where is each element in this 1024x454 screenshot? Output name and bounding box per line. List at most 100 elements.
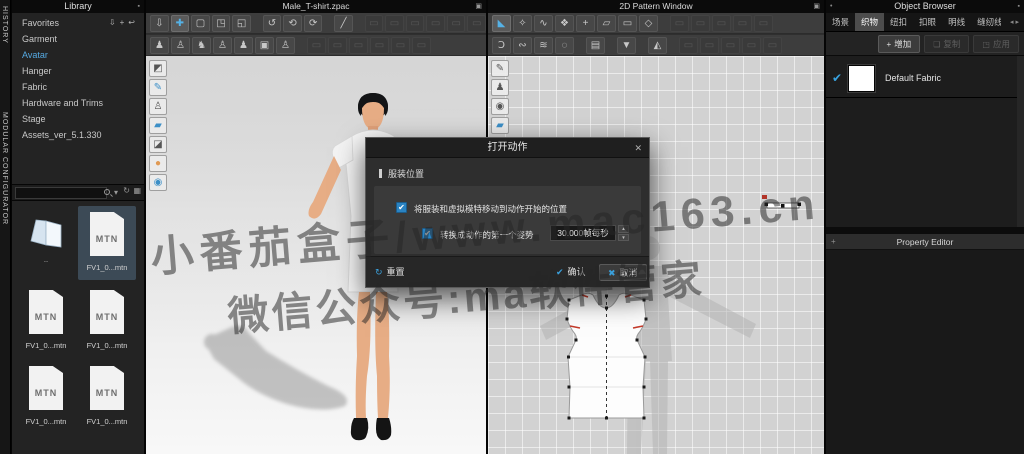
panel-pin-icon[interactable]: ▪ xyxy=(1018,0,1020,13)
view-mode-icon[interactable]: ▦ xyxy=(133,186,141,195)
reset-arrangement-tool[interactable]: ↺ xyxy=(262,14,282,32)
add-point-tool[interactable]: + xyxy=(576,14,595,32)
disabled-tool-5[interactable]: ▭ xyxy=(446,14,466,32)
sidebar-item-favorites[interactable]: Favorites ⇩+↩ xyxy=(12,15,144,31)
add-fabric-button[interactable]: + 增加 xyxy=(877,34,921,53)
disabled-pose-6[interactable]: ▭ xyxy=(412,36,431,54)
avatar-display-icon[interactable]: ♙ xyxy=(149,98,167,115)
disabled-sew-4[interactable]: ▭ xyxy=(742,36,761,54)
disabled-pose-1[interactable]: ▭ xyxy=(307,36,326,54)
free-sew-tool[interactable]: ∾ xyxy=(513,36,532,54)
fabric-list-item[interactable]: ✔ Default Fabric xyxy=(826,58,1016,98)
pick-move-avatar-tool[interactable]: ♙ xyxy=(171,36,190,54)
tab-scroll-icons[interactable]: ◂▸ xyxy=(1010,13,1024,31)
fps-input[interactable]: 30.000帧每秒 xyxy=(550,225,616,241)
drag-pattern-tool[interactable]: ◱ xyxy=(232,14,251,32)
dart-tool[interactable]: ◇ xyxy=(639,14,658,32)
reset-button[interactable]: ↻ 重置 xyxy=(375,264,405,281)
disabled-tool-3[interactable]: ▭ xyxy=(405,14,425,32)
disabled-pose-5[interactable]: ▭ xyxy=(391,36,410,54)
fabric-swatch[interactable] xyxy=(848,64,875,92)
disabled-2d-2[interactable]: ▭ xyxy=(691,14,710,32)
file-mtn-4[interactable]: MTN FV1_0...mtn xyxy=(17,360,75,434)
disabled-sew-3[interactable]: ▭ xyxy=(721,36,740,54)
tab-button[interactable]: 纽扣 xyxy=(884,13,913,31)
file-mtn-2[interactable]: MTN FV1_0...mtn xyxy=(17,284,75,358)
segment-sew-tool[interactable]: Ↄ xyxy=(492,36,511,54)
pose-edit-tool[interactable]: ♞ xyxy=(192,36,211,54)
disabled-sew-1[interactable]: ▭ xyxy=(679,36,698,54)
pose-y-tool[interactable]: ♟ xyxy=(234,36,253,54)
search-dropdown-icon[interactable]: ▾ xyxy=(114,188,118,197)
multi-sew-tool[interactable]: ≋ xyxy=(534,36,553,54)
rotate-right-tool[interactable]: ⟳ xyxy=(303,14,323,32)
pen-3d-tool[interactable]: ╱ xyxy=(334,14,353,32)
favorites-download-icon[interactable]: ⇩ xyxy=(109,18,120,27)
tab-fabric[interactable]: 织物 xyxy=(855,13,885,31)
disabled-2d-5[interactable]: ▭ xyxy=(754,14,773,32)
rect-pattern-tool[interactable]: ▭ xyxy=(618,14,637,32)
popout-window-icon[interactable]: ▣ xyxy=(813,2,820,11)
disabled-sew-5[interactable]: ▭ xyxy=(763,36,782,54)
cancel-button[interactable]: ✖ 取消 xyxy=(599,264,647,281)
disabled-sew-2[interactable]: ▭ xyxy=(700,36,719,54)
edit-pattern-tool[interactable]: ✧ xyxy=(513,14,532,32)
disabled-2d-3[interactable]: ▭ xyxy=(712,14,731,32)
pose-x-tool[interactable]: ♙ xyxy=(213,36,232,54)
garment-display-icon[interactable]: ◩ xyxy=(149,60,167,77)
show-garment-tool[interactable]: ▼ xyxy=(617,36,636,54)
confirm-button[interactable]: ✔ 确认 xyxy=(556,264,586,281)
expand-icon[interactable]: + xyxy=(831,234,836,250)
sidebar-item-assets[interactable]: Assets_ver_5.1.330 xyxy=(12,127,144,143)
disabled-2d-4[interactable]: ▭ xyxy=(733,14,752,32)
scrollbar-track[interactable] xyxy=(1017,56,1024,228)
paint-garment-icon[interactable]: ✎ xyxy=(149,79,167,96)
sync-pattern-tool[interactable]: ◭ xyxy=(648,36,667,54)
rect-select-tool[interactable]: ▢ xyxy=(191,14,210,32)
box-transform-tool[interactable]: ◳ xyxy=(211,14,231,32)
sidebar-item-garment[interactable]: Garment xyxy=(12,31,144,47)
favorites-add-icon[interactable]: + xyxy=(120,18,129,27)
sidebar-item-stage[interactable]: Stage xyxy=(12,111,144,127)
spinner-down-icon[interactable]: ▼ xyxy=(618,233,629,241)
panel-splitter[interactable] xyxy=(826,227,1024,234)
disabled-pose-3[interactable]: ▭ xyxy=(349,36,368,54)
tab-sewing-thread[interactable]: 缝纫线 xyxy=(971,13,1001,31)
file-mtn-1[interactable]: MTN FV1_0...mtn xyxy=(78,206,136,280)
transform-pattern-tool[interactable]: ◣ xyxy=(492,14,511,32)
tab-scene[interactable]: 场景 xyxy=(826,13,855,31)
pin-garment-icon[interactable]: ♟ xyxy=(491,79,509,96)
file-mtn-3[interactable]: MTN FV1_0...mtn xyxy=(78,284,136,358)
sync-pose-tool[interactable]: ♙ xyxy=(276,36,295,54)
favorites-back-icon[interactable]: ↩ xyxy=(128,18,139,27)
scene-globe-icon[interactable]: ◉ xyxy=(149,174,167,191)
disabled-pose-4[interactable]: ▭ xyxy=(370,36,389,54)
edit-curvature-tool[interactable]: ∿ xyxy=(534,14,553,32)
avatar-head-icon[interactable]: ● xyxy=(149,155,167,172)
disabled-tool-4[interactable]: ▭ xyxy=(426,14,445,32)
close-icon[interactable]: ✕ xyxy=(634,138,642,158)
sidebar-item-avatar[interactable]: Avatar xyxy=(12,47,144,63)
sew-check-tool[interactable]: ◌ xyxy=(555,36,574,54)
popout-window-icon[interactable]: ▣ xyxy=(475,2,482,11)
sidebar-item-hanger[interactable]: Hanger xyxy=(12,63,144,79)
disabled-tool-2[interactable]: ▭ xyxy=(385,14,404,32)
modular-configurator-tab[interactable]: MODULAR CONFIGURATOR xyxy=(1,112,8,225)
edit-curve-point-tool[interactable]: ❖ xyxy=(555,14,574,32)
checkbox-convert-first-pose[interactable]: ✔ xyxy=(422,228,433,239)
disabled-pose-2[interactable]: ▭ xyxy=(328,36,347,54)
checkbox-move-to-start[interactable]: ✔ xyxy=(396,202,407,213)
rotate-left-tool[interactable]: ⟲ xyxy=(283,14,302,32)
history-tab[interactable]: HISTORY xyxy=(1,6,8,44)
file-mtn-5[interactable]: MTN FV1_0...mtn xyxy=(78,360,136,434)
library-menu-icon[interactable]: ▪ xyxy=(138,0,140,13)
fit-garment-tool[interactable]: ▣ xyxy=(255,36,274,54)
polygon-tool[interactable]: ▱ xyxy=(597,14,616,32)
pen-2d-icon[interactable]: ✎ xyxy=(491,60,509,77)
property-editor-header[interactable]: + Property Editor xyxy=(826,234,1024,250)
sidebar-item-hardware-trims[interactable]: Hardware and Trims xyxy=(12,95,144,111)
spinner-up-icon[interactable]: ▲ xyxy=(618,225,629,233)
search-input[interactable] xyxy=(15,187,107,199)
disabled-2d-1[interactable]: ▭ xyxy=(670,14,689,32)
tab-buttonhole[interactable]: 扣眼 xyxy=(913,13,942,31)
